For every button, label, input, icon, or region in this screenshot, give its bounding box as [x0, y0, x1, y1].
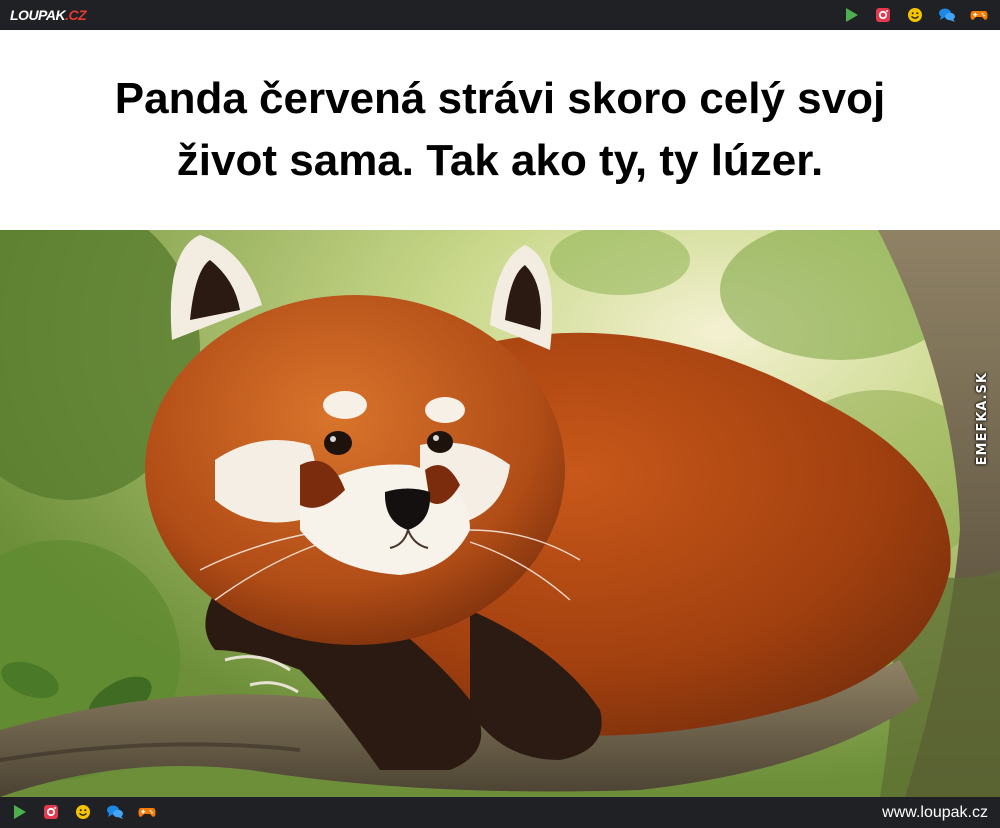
site-logo-text: LOUPAK	[10, 7, 66, 23]
site-logo[interactable]: LOUPAK.CZ	[10, 6, 87, 24]
site-url-link[interactable]: www.loupak.cz	[882, 804, 988, 822]
caption-line-1: Panda červená strávi skoro celý svoj	[114, 74, 886, 123]
chat-icon[interactable]	[106, 803, 124, 821]
smiley-icon[interactable]	[906, 6, 924, 24]
smiley-icon[interactable]	[74, 803, 92, 821]
gamepad-icon[interactable]	[970, 6, 988, 24]
gamepad-icon[interactable]	[138, 803, 156, 821]
instagram-icon[interactable]	[874, 6, 892, 24]
bottom-bar: www.loupak.cz	[0, 797, 1000, 828]
top-bar: LOUPAK.CZ	[0, 0, 1000, 30]
play-icon[interactable]	[10, 803, 28, 821]
red-panda-photo	[0, 230, 1000, 797]
red-panda-illustration	[0, 230, 1000, 797]
instagram-icon[interactable]	[42, 803, 60, 821]
caption-area: Panda červená strávi skoro celý svoj živ…	[0, 30, 1000, 230]
site-logo-suffix: .CZ	[65, 7, 87, 23]
post-caption: Panda červená strávi skoro celý svoj živ…	[20, 68, 980, 192]
watermark-text: EMEFKA.SK	[975, 372, 990, 466]
bottom-social-icons	[10, 803, 156, 821]
play-icon[interactable]	[842, 6, 860, 24]
top-social-icons	[842, 6, 988, 24]
caption-line-2: život sama. Tak ako ty, ty lúzer.	[176, 136, 824, 185]
chat-icon[interactable]	[938, 6, 956, 24]
